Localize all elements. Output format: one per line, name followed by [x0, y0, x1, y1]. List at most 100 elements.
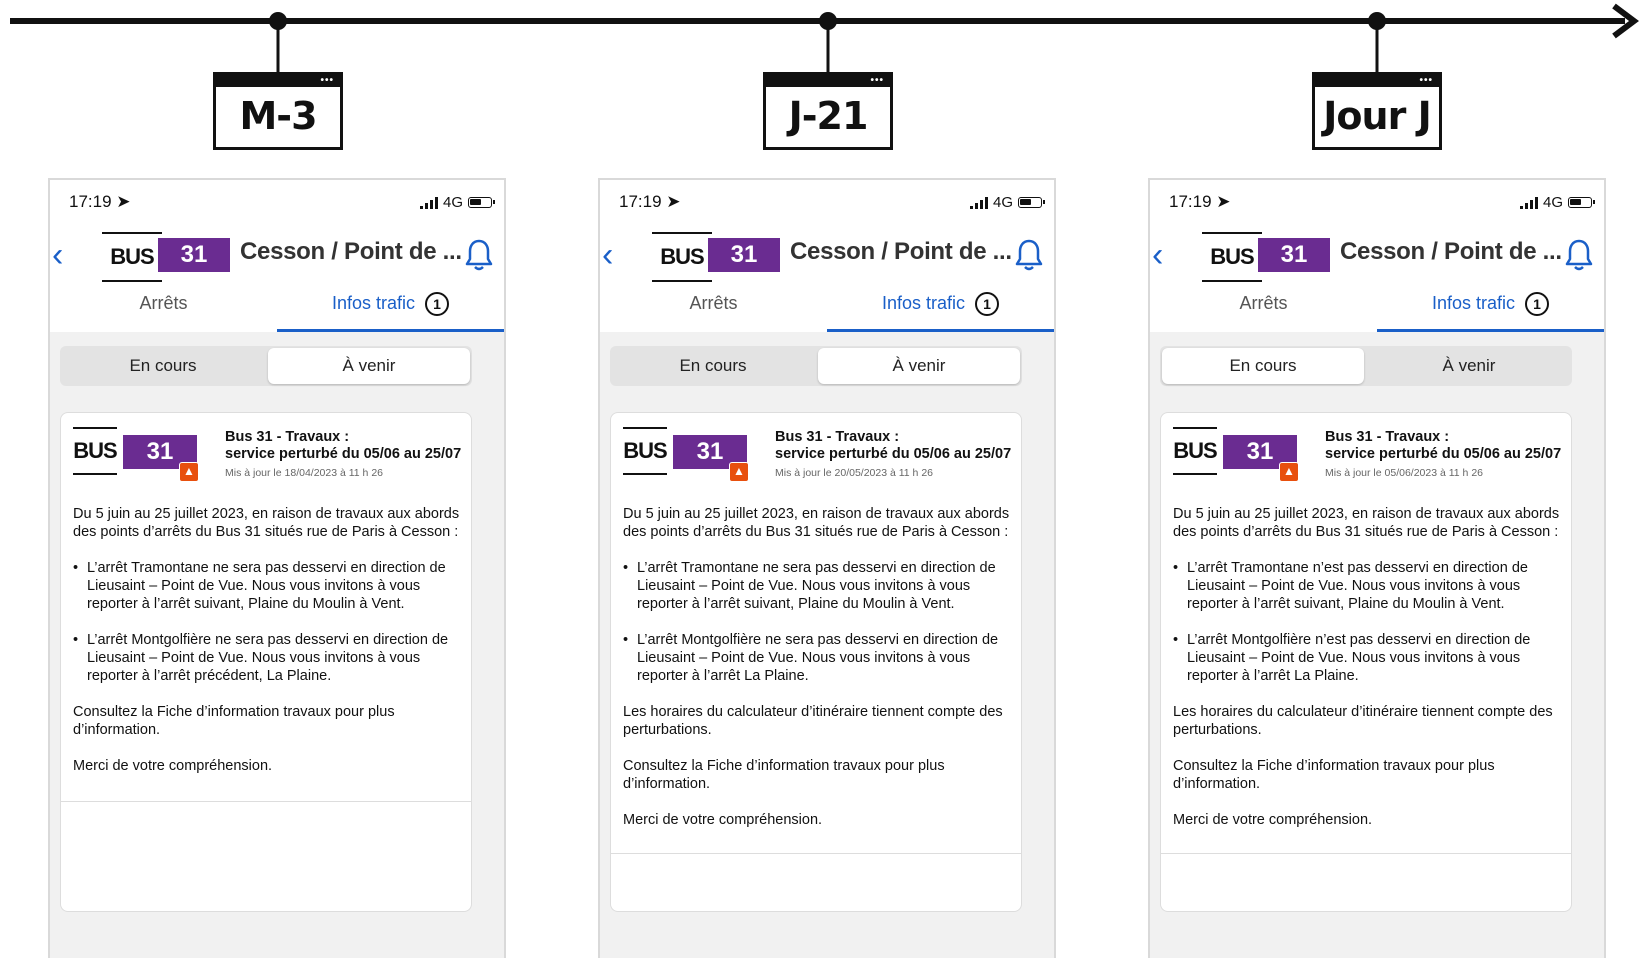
disruption-card[interactable]: BUS 31 ▲ Bus 31 - Travaux : service pertu…: [60, 412, 472, 912]
traffic-count-badge: 1: [975, 292, 1000, 317]
disruption-card[interactable]: BUS 31 ▲ Bus 31 - Travaux : service pertu…: [610, 412, 1022, 912]
content-area: En cours À venir BUS 31 ▲ Bus 31 - Trava…: [50, 332, 504, 958]
segment-current[interactable]: En cours: [1162, 348, 1364, 384]
battery-icon: [1018, 197, 1045, 208]
traffic-count-badge: 1: [425, 292, 450, 317]
bus-mode-label: BUS: [1202, 232, 1262, 282]
line-badge: 31: [1258, 238, 1330, 272]
chevron-left-icon[interactable]: ‹: [602, 238, 613, 272]
card-info-link-text[interactable]: Consultez la Fiche d’information travaux…: [623, 757, 1015, 793]
tab-traffic-info[interactable]: Infos trafic 1: [277, 292, 504, 332]
status-time: 17:19 ➤: [619, 192, 681, 211]
signal-icon: [1519, 196, 1538, 209]
card-info-link-text[interactable]: Consultez la Fiche d’information travaux…: [1173, 757, 1565, 793]
line-header: ‹ BUS 31 Cesson / Point de ...: [50, 232, 504, 282]
navigation-arrow-icon: ➤: [116, 192, 131, 211]
line-badge: 31: [708, 238, 780, 272]
signal-icon: [419, 196, 438, 209]
period-segmented-control: En cours À venir: [610, 346, 1022, 386]
timeline: ••• M-3 ••• J-21 ••• Jour J: [0, 0, 1649, 160]
network-label: 4G: [1542, 194, 1563, 211]
card-title: Bus 31 - Travaux : service perturbé du 05…: [1325, 429, 1562, 462]
battery-icon: [1568, 197, 1595, 208]
list-item: L’arrêt Tramontane ne sera pas desservi …: [73, 559, 465, 613]
line-title: Cesson / Point de ...: [1340, 238, 1562, 265]
card-updated: Mis à jour le 20/05/2023 à 11 h 26: [775, 467, 933, 479]
roadwork-cone-icon: ▲: [729, 462, 749, 482]
status-bar: 17:19 ➤ 4G: [1150, 192, 1604, 212]
disruption-card[interactable]: BUS 31 ▲ Bus 31 - Travaux : service pertu…: [1160, 412, 1572, 912]
card-bus-mode: BUS: [73, 427, 118, 475]
list-item: L’arrêt Tramontane ne sera pas desservi …: [623, 559, 1015, 613]
status-bar: 17:19 ➤ 4G: [600, 192, 1054, 212]
tab-bar: Arrêts Infos trafic 1: [50, 292, 504, 332]
traffic-count-badge: 1: [1525, 292, 1550, 317]
signal-icon: [969, 196, 988, 209]
card-intro: Du 5 juin au 25 juillet 2023, en raison …: [623, 506, 1010, 540]
chevron-left-icon[interactable]: ‹: [1152, 238, 1163, 272]
tab-bar: Arrêts Infos trafic 1: [600, 292, 1054, 332]
card-intro: Du 5 juin au 25 juillet 2023, en raison …: [1173, 506, 1560, 540]
line-title: Cesson / Point de ...: [790, 238, 1012, 265]
tab-stops[interactable]: Arrêts: [1150, 292, 1377, 332]
tab-traffic-info[interactable]: Infos trafic 1: [827, 292, 1054, 332]
phone-screen-m3: 17:19 ➤ 4G ‹ BUS 31 Cesson / Point de ..…: [48, 178, 506, 958]
line-title: Cesson / Point de ...: [240, 238, 462, 265]
list-item: L’arrêt Montgolfière ne sera pas desserv…: [73, 631, 465, 685]
bus-mode-label: BUS: [102, 232, 162, 282]
line-header: ‹ BUS 31 Cesson / Point de ...: [1150, 232, 1604, 282]
card-bus-mode: BUS: [623, 427, 668, 475]
line-badge: 31: [158, 238, 230, 272]
period-segmented-control: En cours À venir: [1160, 346, 1572, 386]
status-time: 17:19 ➤: [1169, 192, 1231, 211]
card-divider: [1161, 853, 1571, 854]
milestone-jour-j: ••• Jour J: [1312, 72, 1442, 150]
milestone-label: Jour J: [1323, 94, 1431, 138]
card-schedules-note: Les horaires du calculateur d’itinéraire…: [623, 704, 1003, 738]
milestone-m3: ••• M-3: [213, 72, 343, 150]
milestone-label: J-21: [788, 94, 869, 138]
card-thanks: Merci de votre compréhension.: [623, 812, 823, 828]
card-bus-mode: BUS: [1173, 427, 1218, 475]
segment-current[interactable]: En cours: [612, 348, 814, 384]
bus-mode-label: BUS: [652, 232, 712, 282]
tab-traffic-info[interactable]: Infos trafic 1: [1377, 292, 1604, 332]
card-body: Du 5 juin au 25 juillet 2023, en raison …: [623, 505, 1015, 847]
navigation-arrow-icon: ➤: [1216, 192, 1231, 211]
line-header: ‹ BUS 31 Cesson / Point de ...: [600, 232, 1054, 282]
list-item: L’arrêt Montgolfière n’est pas desservi …: [1173, 631, 1565, 685]
phone-screen-j21: 17:19 ➤ 4G ‹ BUS 31 Cesson / Point de ..…: [598, 178, 1056, 958]
tab-stops[interactable]: Arrêts: [600, 292, 827, 332]
card-updated: Mis à jour le 05/06/2023 à 11 h 26: [1325, 467, 1483, 479]
tab-bar: Arrêts Infos trafic 1: [1150, 292, 1604, 332]
roadwork-cone-icon: ▲: [1279, 462, 1299, 482]
card-title: Bus 31 - Travaux : service perturbé du 05…: [775, 429, 1012, 462]
milestone-label: M-3: [239, 94, 317, 138]
card-body: Du 5 juin au 25 juillet 2023, en raison …: [73, 505, 465, 793]
card-body: Du 5 juin au 25 juillet 2023, en raison …: [1173, 505, 1565, 847]
period-segmented-control: En cours À venir: [60, 346, 472, 386]
tab-stops[interactable]: Arrêts: [50, 292, 277, 332]
milestone-j21: ••• J-21: [763, 72, 893, 150]
segment-current[interactable]: En cours: [62, 348, 264, 384]
list-item: L’arrêt Montgolfière ne sera pas desserv…: [623, 631, 1015, 685]
list-item: L’arrêt Tramontane n’est pas desservi en…: [1173, 559, 1565, 613]
bell-icon[interactable]: [1014, 238, 1044, 272]
bell-icon[interactable]: [464, 238, 494, 272]
card-updated: Mis à jour le 18/04/2023 à 11 h 26: [225, 467, 383, 479]
card-schedules-note: Les horaires du calculateur d’itinéraire…: [1173, 704, 1553, 738]
segment-upcoming[interactable]: À venir: [1368, 348, 1570, 384]
network-label: 4G: [442, 194, 463, 211]
segment-upcoming[interactable]: À venir: [268, 348, 470, 384]
status-bar: 17:19 ➤ 4G: [50, 192, 504, 212]
card-divider: [61, 801, 471, 802]
phone-screen-jour-j: 17:19 ➤ 4G ‹ BUS 31 Cesson / Point de ..…: [1148, 178, 1606, 958]
bell-icon[interactable]: [1564, 238, 1594, 272]
card-info-link-text[interactable]: Consultez la Fiche d’information travaux…: [73, 703, 465, 739]
segment-upcoming[interactable]: À venir: [818, 348, 1020, 384]
status-time: 17:19 ➤: [69, 192, 131, 211]
card-divider: [611, 853, 1021, 854]
card-title: Bus 31 - Travaux : service perturbé du 05…: [225, 429, 462, 462]
chevron-left-icon[interactable]: ‹: [52, 238, 63, 272]
roadwork-cone-icon: ▲: [179, 462, 199, 482]
